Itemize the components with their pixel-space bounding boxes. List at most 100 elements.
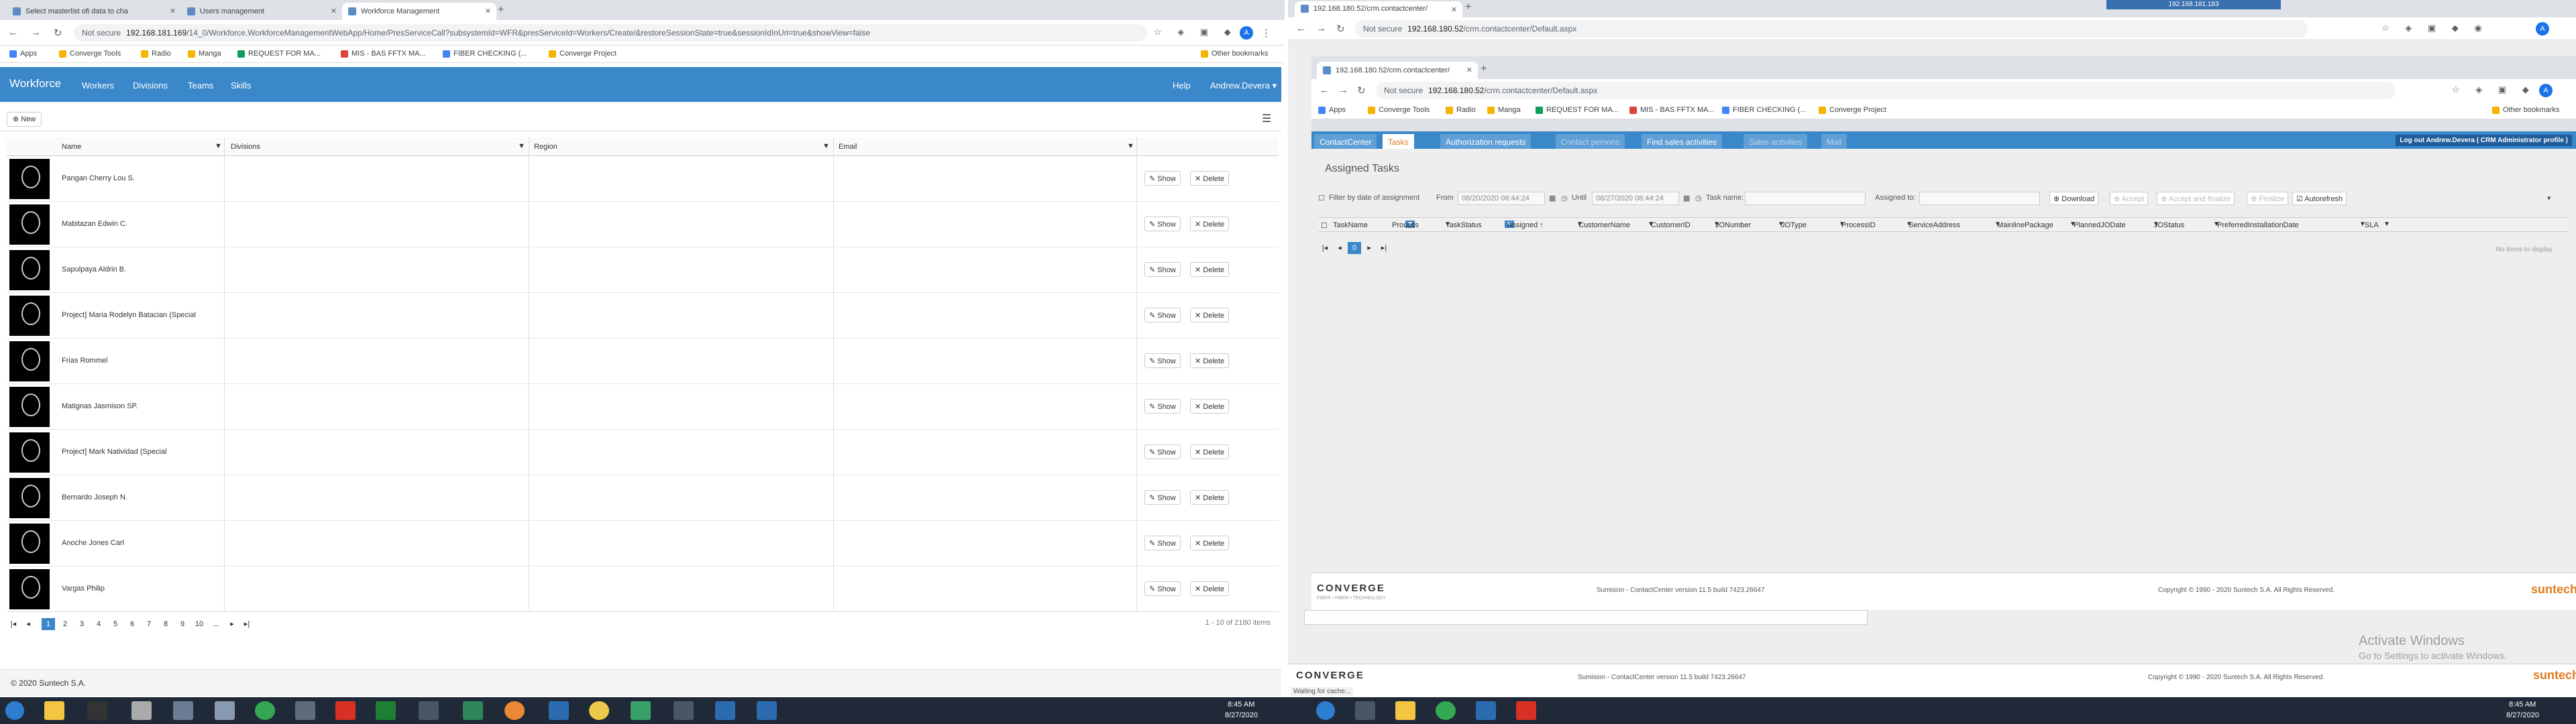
- profile-avatar[interactable]: A: [1240, 26, 1253, 40]
- task-col[interactable]: JONumber: [1715, 221, 1751, 229]
- uipath-icon[interactable]: [1476, 701, 1496, 720]
- tab-users-management[interactable]: Users management ✕: [181, 3, 342, 20]
- app-icon[interactable]: [419, 701, 439, 720]
- bookmark-request[interactable]: REQUEST FOR MA...: [1536, 106, 1619, 114]
- task-name-input[interactable]: [1745, 192, 1866, 205]
- filter-icon[interactable]: ▼: [822, 142, 830, 150]
- prev-page-icon[interactable]: ◂: [1333, 242, 1346, 254]
- clock-date[interactable]: 8/27/2020: [2506, 711, 2539, 719]
- task-col[interactable]: CustomerID: [1651, 221, 1690, 229]
- app-icon[interactable]: [674, 701, 694, 720]
- page-number[interactable]: 7: [142, 618, 156, 630]
- delete-button[interactable]: ✕ Delete: [1190, 262, 1230, 277]
- col-email[interactable]: Email: [839, 143, 857, 151]
- new-button[interactable]: ⊕ New: [7, 112, 42, 127]
- task-col[interactable]: Process: [1392, 221, 1419, 229]
- tab-find-sales-activities[interactable]: Find sales activities: [1642, 134, 1723, 149]
- close-icon[interactable]: ✕: [170, 7, 176, 15]
- tab-tasks[interactable]: Tasks: [1383, 134, 1414, 149]
- bookmark-fiber[interactable]: FIBER CHECKING (...: [443, 50, 527, 58]
- app-icon[interactable]: [335, 701, 356, 720]
- delete-button[interactable]: ✕ Delete: [1190, 444, 1230, 459]
- show-button[interactable]: ✎ Show: [1144, 536, 1181, 550]
- finalize-button[interactable]: ⊕ Finalize: [2247, 192, 2289, 205]
- next-page-icon[interactable]: ▸: [1362, 242, 1376, 254]
- task-col[interactable]: JOType: [1781, 221, 1807, 229]
- task-col[interactable]: PreferredInstallationDate: [2217, 221, 2299, 229]
- tab-contactcenter[interactable]: ContactCenter: [1314, 134, 1377, 149]
- bookmark-radio[interactable]: Radio: [1446, 106, 1476, 114]
- show-button[interactable]: ✎ Show: [1144, 262, 1181, 277]
- terminal-icon[interactable]: [87, 701, 107, 720]
- task-col[interactable]: SLA: [2365, 221, 2379, 229]
- bookmark-request[interactable]: REQUEST FOR MA...: [237, 50, 321, 58]
- show-button[interactable]: ✎ Show: [1144, 308, 1181, 322]
- nav-skills[interactable]: Skills: [231, 80, 251, 90]
- download-button[interactable]: ⊕ Download: [2049, 192, 2099, 205]
- chrome-icon[interactable]: [1436, 701, 1456, 720]
- back-icon[interactable]: ←: [1296, 23, 1306, 34]
- tab-workforce-management[interactable]: Workforce Management ✕: [342, 3, 496, 20]
- tab-authorization-requests[interactable]: Authorization requests: [1440, 134, 1532, 149]
- nav-user-menu[interactable]: Andrew.Devera ▾: [1210, 80, 1277, 91]
- start-icon[interactable]: [1316, 701, 1335, 720]
- nav-workers[interactable]: Workers: [82, 80, 114, 90]
- app-icon[interactable]: [215, 701, 235, 720]
- select-all-checkbox[interactable]: ☐: [1321, 221, 1328, 230]
- bookmark-radio[interactable]: Radio: [141, 50, 171, 58]
- uipath-icon[interactable]: [757, 701, 777, 720]
- reload-icon[interactable]: ↻: [1357, 84, 1366, 97]
- show-button[interactable]: ✎ Show: [1144, 171, 1181, 186]
- delete-button[interactable]: ✕ Delete: [1190, 353, 1230, 368]
- reload-icon[interactable]: ↻: [54, 27, 62, 39]
- bookmark-manga[interactable]: Manga: [1487, 106, 1521, 114]
- next-page-icon[interactable]: ▸: [225, 618, 239, 630]
- url-input[interactable]: Not secure 192.168.180.52/crm.contactcent…: [1376, 82, 2396, 99]
- back-icon[interactable]: ←: [8, 27, 18, 38]
- task-col[interactable]: MainlinePackage: [1997, 221, 2053, 229]
- calendar-icon[interactable]: ▦: [1683, 194, 1690, 202]
- bookmark-mis[interactable]: MIS - BAS FFTX MA...: [1629, 106, 1715, 114]
- app-icon[interactable]: [1516, 701, 1536, 720]
- page-number[interactable]: 1: [42, 618, 55, 630]
- file-explorer-icon[interactable]: [1395, 701, 1415, 720]
- app-icon[interactable]: [504, 701, 525, 720]
- start-icon[interactable]: [5, 701, 24, 720]
- app-icon[interactable]: [131, 701, 152, 720]
- profile-avatar[interactable]: A: [2539, 84, 2553, 97]
- app-icon[interactable]: [295, 701, 315, 720]
- hamburger-icon[interactable]: ☰: [1258, 112, 1275, 127]
- new-tab-icon[interactable]: +: [1481, 63, 1487, 75]
- url-input[interactable]: Not secure 192.168.181.169/14_0/Workforce…: [74, 24, 1147, 42]
- bookmark-other[interactable]: Other bookmarks: [1201, 50, 1268, 58]
- show-button[interactable]: ✎ Show: [1144, 353, 1181, 368]
- col-divisions[interactable]: Divisions: [231, 143, 260, 151]
- extension-icons[interactable]: ☆ ◈ ▣ ◆ ◉: [2381, 23, 2489, 34]
- col-name[interactable]: Name: [62, 143, 81, 151]
- page-number[interactable]: 10: [193, 618, 206, 630]
- page-number[interactable]: ...: [209, 618, 223, 630]
- close-icon[interactable]: ✕: [331, 7, 337, 15]
- clock-date[interactable]: 8/27/2020: [1225, 711, 1258, 719]
- forward-icon[interactable]: →: [1316, 23, 1326, 34]
- clock-icon[interactable]: ◷: [1695, 194, 1702, 202]
- delete-button[interactable]: ✕ Delete: [1190, 171, 1230, 186]
- extension-icons[interactable]: ☆ ◈ ▣ ◆: [2452, 84, 2536, 95]
- tab-contactcenter-outer[interactable]: 192.168.180.52/crm.contactcenter/ ✕: [1295, 1, 1462, 17]
- clock-time[interactable]: 8:45 AM: [1228, 701, 1254, 709]
- page-number[interactable]: 2: [58, 618, 72, 630]
- delete-button[interactable]: ✕ Delete: [1190, 308, 1230, 322]
- page-number[interactable]: 9: [176, 618, 189, 630]
- chrome-icon[interactable]: [255, 701, 275, 720]
- col-region[interactable]: Region: [534, 143, 557, 151]
- assigned-to-input[interactable]: [1919, 192, 2040, 205]
- task-col[interactable]: ProcessID: [1841, 221, 1876, 229]
- tab-contact-persons[interactable]: Contact persons: [1556, 134, 1625, 149]
- close-icon[interactable]: ✕: [1466, 66, 1472, 74]
- tab-mail[interactable]: Mail: [1821, 134, 1847, 149]
- show-button[interactable]: ✎ Show: [1144, 399, 1181, 414]
- file-explorer-icon[interactable]: [44, 701, 64, 720]
- filter-icon[interactable]: ▼: [1127, 142, 1134, 150]
- bookmark-converge-project[interactable]: Converge Project: [1819, 106, 1886, 114]
- reload-icon[interactable]: ↻: [1336, 23, 1345, 35]
